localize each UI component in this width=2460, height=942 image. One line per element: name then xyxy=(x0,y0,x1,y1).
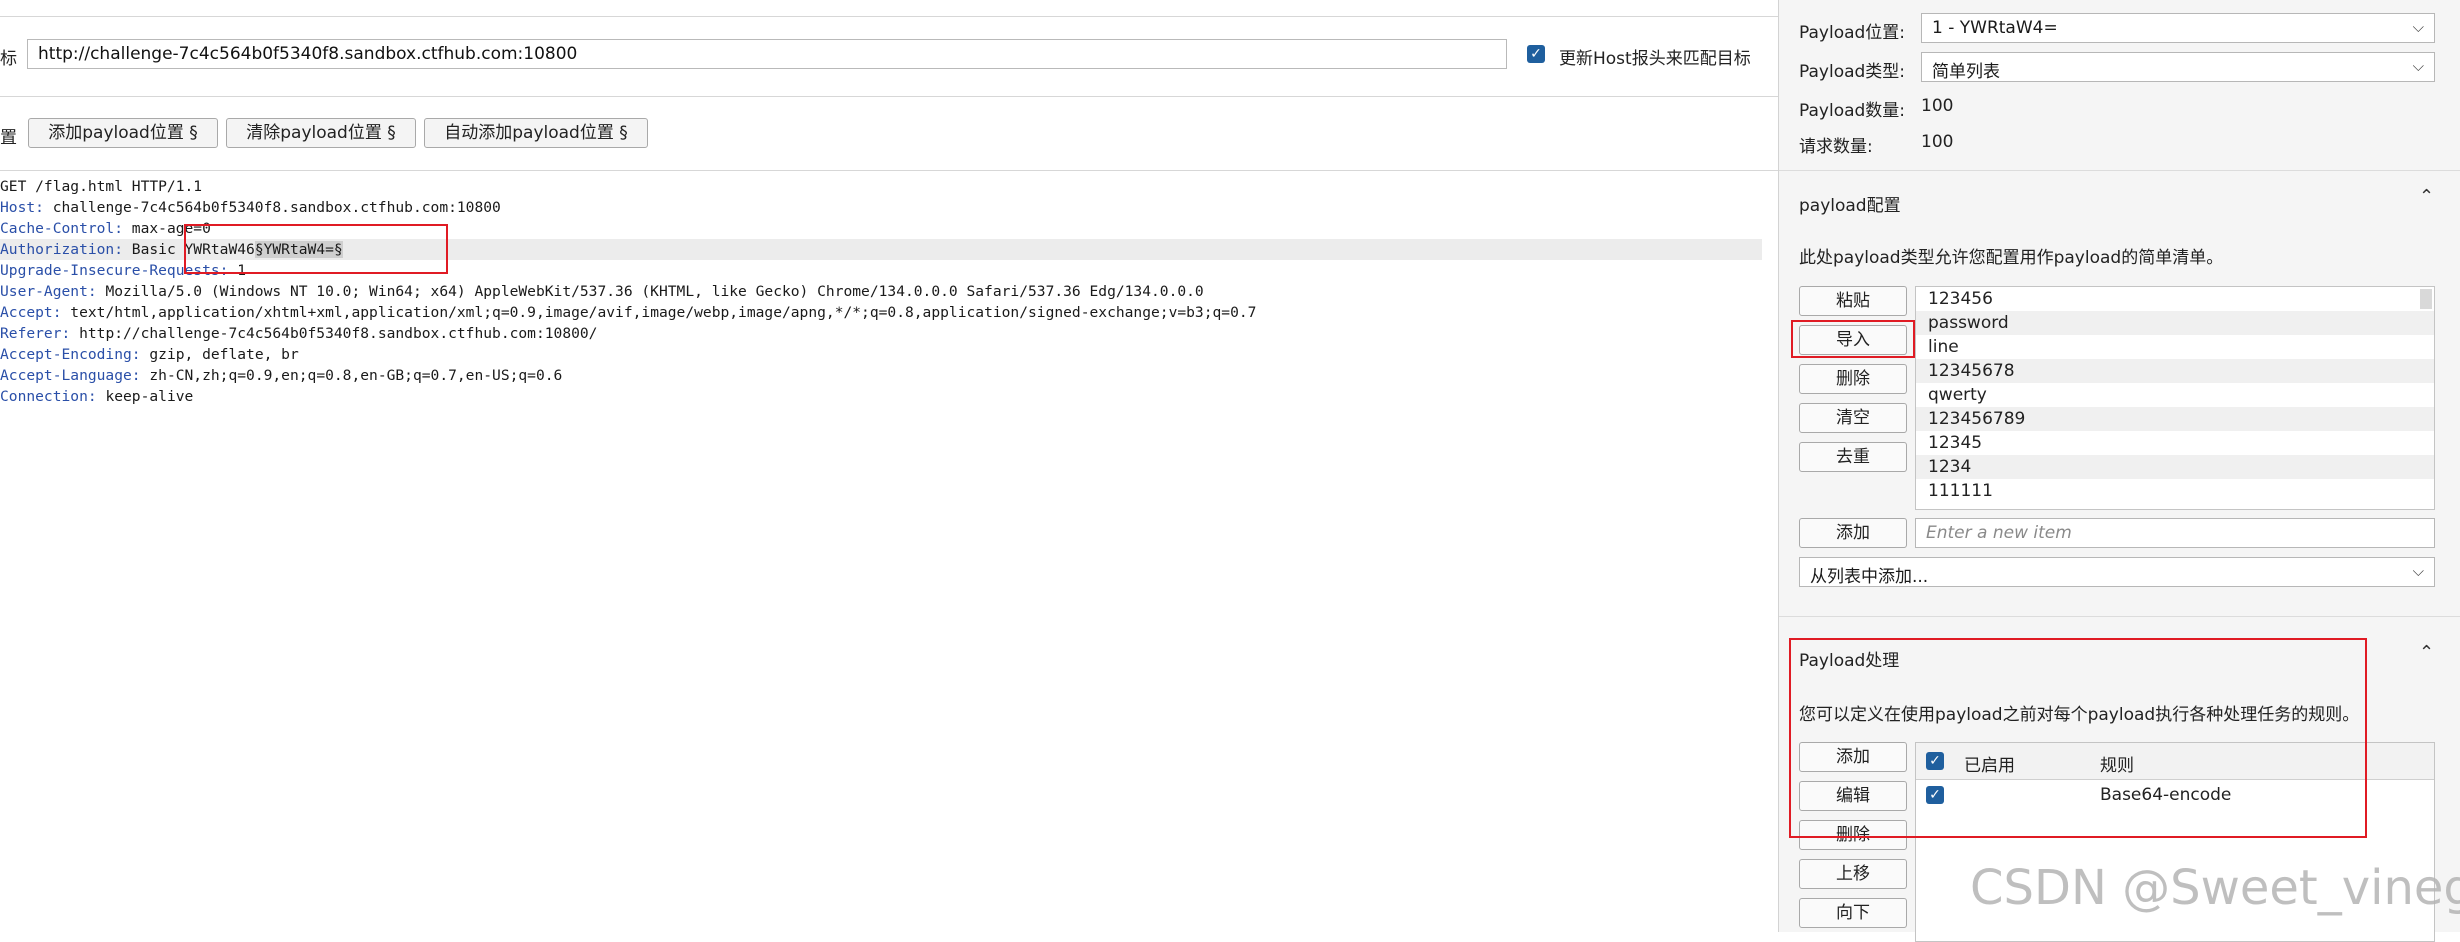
header-line: Accept-Encoding: gzip, deflate, br xyxy=(0,344,1770,365)
header-line: Referer: http://challenge-7c4c564b0f5340… xyxy=(0,323,1770,344)
payload-position-label: Payload位置: xyxy=(1799,23,1906,43)
payload-type-select[interactable]: 简单列表 ⌵ xyxy=(1921,52,2435,82)
clear-payload-position-button[interactable]: 清除payload位置 § xyxy=(226,118,416,148)
divider xyxy=(1779,616,2460,617)
header-key: Accept-Language: xyxy=(0,367,141,384)
header-line: Accept-Language: zh-CN,zh;q=0.9,en;q=0.8… xyxy=(0,365,1770,386)
list-item[interactable]: 111111 xyxy=(1916,479,2434,503)
deduplicate-button[interactable]: 去重 xyxy=(1799,442,1907,472)
chevron-down-icon: ⌵ xyxy=(2412,57,2424,75)
remove-button[interactable]: 删除 xyxy=(1799,364,1907,394)
payload-position-select[interactable]: 1 - YWRtaW4= ⌵ xyxy=(1921,13,2435,43)
header-value: http://challenge-7c4c564b0f5340f8.sandbo… xyxy=(70,325,598,342)
header-key: User-Agent: xyxy=(0,283,97,300)
target-url-input[interactable]: http://challenge-7c4c564b0f5340f8.sandbo… xyxy=(27,39,1507,69)
target-label: 标 xyxy=(0,49,17,69)
move-down-button[interactable]: 向下 xyxy=(1799,898,1907,928)
request-line: GET /flag.html HTTP/1.1 xyxy=(0,178,203,195)
header-key: Connection: xyxy=(0,388,97,405)
auto-add-payload-position-button[interactable]: 自动添加payload位置 § xyxy=(424,118,648,148)
list-item[interactable]: 123456789 xyxy=(1916,407,2434,431)
payload-list[interactable]: 123456 password line 12345678 qwerty 123… xyxy=(1915,286,2435,510)
payloads-panel: Payload位置: 1 - YWRtaW4= ⌵ Payload类型: 简单列… xyxy=(1778,0,2460,942)
scrollbar[interactable] xyxy=(2420,289,2432,309)
move-up-button[interactable]: 上移 xyxy=(1799,859,1907,889)
chevron-up-icon[interactable]: ⌃ xyxy=(2419,186,2434,207)
payload-count-label: Payload数量: xyxy=(1799,101,1906,121)
header-value: Mozilla/5.0 (Windows NT 10.0; Win64; x64… xyxy=(96,283,1204,300)
intruder-positions-pane: 标 http://challenge-7c4c564b0f5340f8.sand… xyxy=(0,0,1778,932)
payload-config-title: payload配置 xyxy=(1799,196,1901,216)
payload-count-value: 100 xyxy=(1921,96,1954,116)
header-line: User-Agent: Mozilla/5.0 (Windows NT 10.0… xyxy=(0,281,1770,302)
add-item-button[interactable]: 添加 xyxy=(1799,518,1907,548)
list-item[interactable]: line xyxy=(1916,335,2434,359)
chevron-down-icon: ⌵ xyxy=(2412,18,2424,36)
payload-type-label: Payload类型: xyxy=(1799,62,1906,82)
header-value: gzip, deflate, br xyxy=(140,346,299,363)
annotation-highlight-box xyxy=(184,224,448,274)
annotation-highlight-box xyxy=(1791,320,1915,358)
divider xyxy=(0,16,1778,17)
header-value: keep-alive xyxy=(96,388,194,405)
add-payload-position-button[interactable]: 添加payload位置 § xyxy=(28,118,218,148)
request-count-label: 请求数量: xyxy=(1799,137,1873,157)
payload-position-value: 1 - YWRtaW4= xyxy=(1932,18,2058,38)
header-line: Accept: text/html,application/xhtml+xml,… xyxy=(0,302,1770,323)
list-item[interactable]: qwerty xyxy=(1916,383,2434,407)
chevron-up-icon[interactable]: ⌃ xyxy=(2419,642,2434,663)
header-value: challenge-7c4c564b0f5340f8.sandbox.ctfhu… xyxy=(43,199,501,216)
payload-config-description: 此处payload类型允许您配置用作payload的简单清单。 xyxy=(1799,248,2224,268)
header-value: text/html,application/xhtml+xml,applicat… xyxy=(61,304,1257,321)
chevron-down-icon: ⌵ xyxy=(2412,562,2424,580)
list-item[interactable]: 1234 xyxy=(1916,455,2434,479)
watermark-text: CSDN @Sweet_vinegar xyxy=(1970,860,2460,916)
header-key: Host: xyxy=(0,199,44,216)
divider xyxy=(0,96,1778,97)
add-from-list-value: 从列表中添加... xyxy=(1810,567,1929,587)
payload-type-value: 简单列表 xyxy=(1932,62,2000,82)
list-item[interactable]: 12345 xyxy=(1916,431,2434,455)
header-key: Referer: xyxy=(0,325,71,342)
positions-label: 置 xyxy=(0,128,17,148)
annotation-highlight-box xyxy=(1789,638,2367,838)
add-from-list-select[interactable]: 从列表中添加... ⌵ xyxy=(1799,557,2435,587)
header-key: Authorization: xyxy=(0,241,124,258)
header-line: Connection: keep-alive xyxy=(0,386,1770,407)
divider xyxy=(1779,170,2460,171)
update-host-label: 更新Host报头来匹配目标 xyxy=(1559,49,1751,69)
header-key: Accept: xyxy=(0,304,62,321)
divider xyxy=(0,170,1778,171)
header-key: Cache-Control: xyxy=(0,220,124,237)
update-host-checkbox[interactable]: ✓ xyxy=(1527,45,1545,63)
clear-button[interactable]: 清空 xyxy=(1799,403,1907,433)
paste-button[interactable]: 粘贴 xyxy=(1799,286,1907,316)
list-item[interactable]: password xyxy=(1916,311,2434,335)
request-count-value: 100 xyxy=(1921,132,1954,152)
list-item[interactable]: 123456 xyxy=(1916,287,2434,311)
header-key: Accept-Encoding: xyxy=(0,346,141,363)
header-value: zh-CN,zh;q=0.9,en;q=0.8,en-GB;q=0.7,en-U… xyxy=(140,367,563,384)
list-item[interactable]: 12345678 xyxy=(1916,359,2434,383)
header-line: Host: challenge-7c4c564b0f5340f8.sandbox… xyxy=(0,197,1770,218)
request-editor[interactable]: GET /flag.html HTTP/1.1 Host: challenge-… xyxy=(0,176,1770,407)
new-item-input[interactable]: Enter a new item xyxy=(1915,518,2435,548)
